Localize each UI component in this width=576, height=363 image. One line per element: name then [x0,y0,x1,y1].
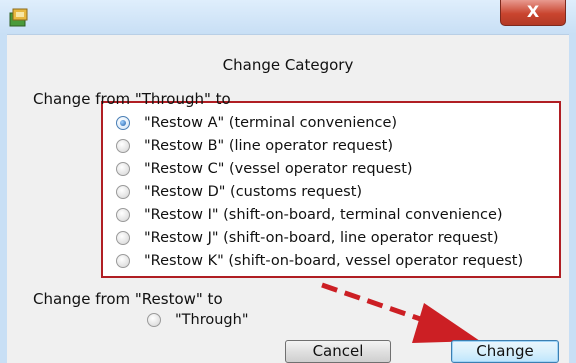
option-label: "Restow K" (shift-on-board, vessel opera… [144,253,524,269]
option-label: "Restow J" (shift-on-board, line operato… [144,230,499,246]
radio-selected-dot [120,120,126,126]
dialog-heading: Change Category [222,56,354,74]
from-restow-label: Change from "Restow" to [33,290,223,308]
option-label: "Restow D" (customs request) [144,184,363,200]
window-right-border [569,34,576,363]
option-label: "Restow A" (terminal convenience) [144,115,398,131]
close-button[interactable]: X [500,0,566,26]
window-left-border [0,34,7,363]
change-category-dialog: X Change Category Change from "Through" … [0,0,576,363]
radio-restow-b[interactable] [116,139,130,153]
radio-through[interactable] [147,313,161,327]
cancel-button[interactable]: Cancel [285,340,391,363]
option-label: "Restow I" (shift-on-board, terminal con… [144,207,503,223]
radio-restow-d[interactable] [116,185,130,199]
option-label: "Restow C" (vessel operator request) [144,161,413,177]
title-bar[interactable]: X [0,0,576,35]
close-icon: X [526,2,540,21]
arrow-head [412,303,480,343]
arrow-dashed-line [321,282,433,326]
radio-restow-i[interactable] [116,208,130,222]
radio-restow-j[interactable] [116,231,130,245]
radio-restow-k[interactable] [116,254,130,268]
radio-restow-a[interactable] [116,116,130,130]
option-label: "Through" [175,312,249,328]
app-icon [9,8,28,27]
radio-restow-c[interactable] [116,162,130,176]
from-through-label: Change from "Through" to [33,90,231,108]
change-button[interactable]: Change [451,340,559,363]
option-label: "Restow B" (line operator request) [144,138,393,154]
